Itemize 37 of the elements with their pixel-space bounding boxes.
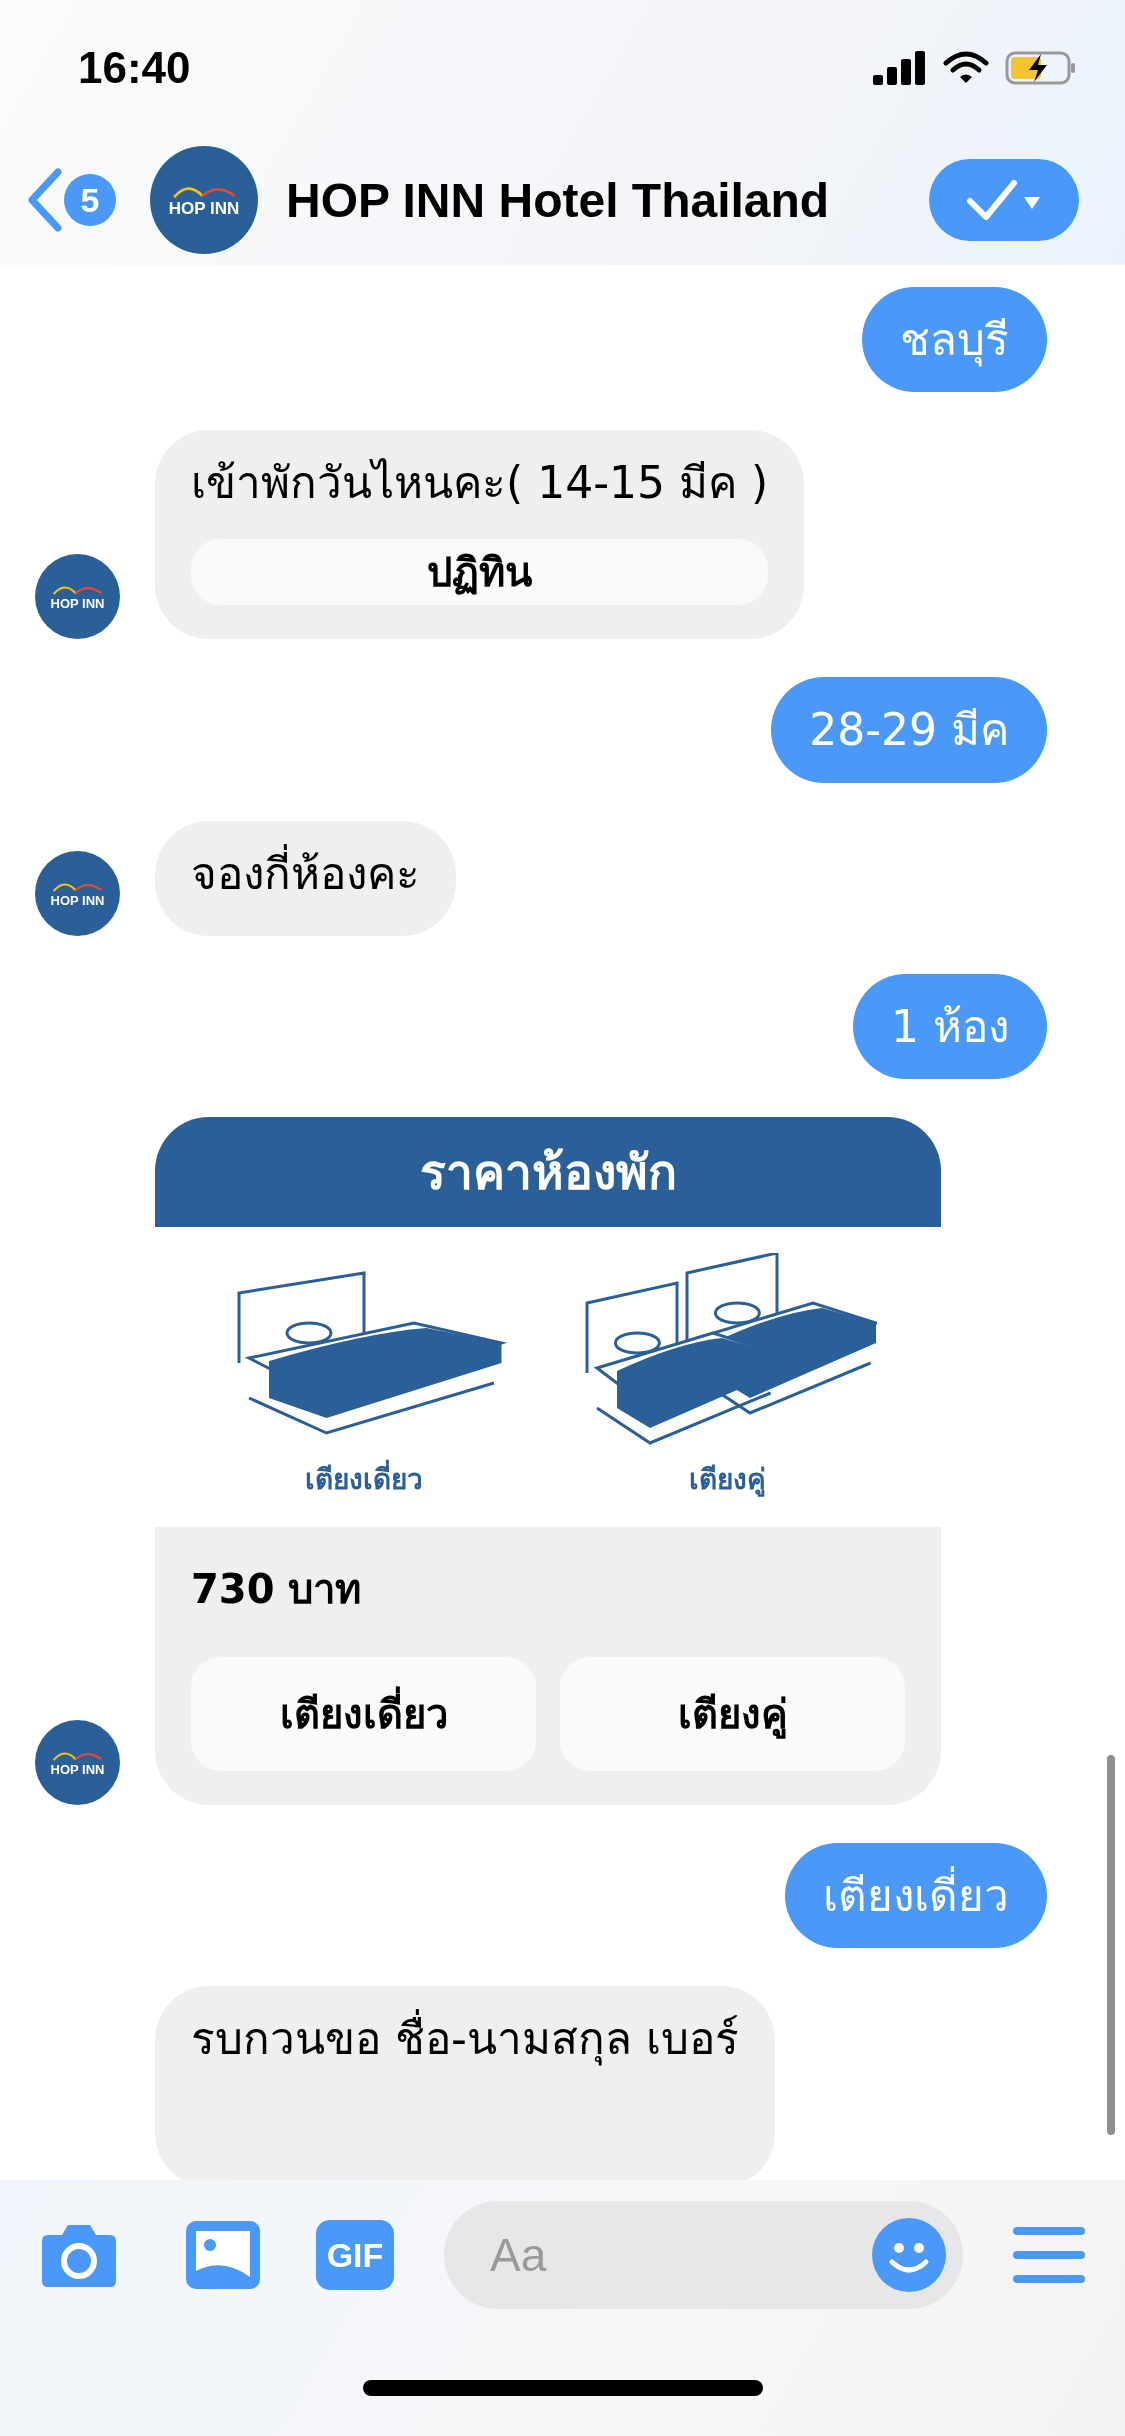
bed-caption: เตียงคู่ — [688, 1461, 766, 1499]
hotel-avatar[interactable]: HOP INN — [35, 554, 120, 640]
avatar-logo-text: HOP INN — [50, 893, 105, 907]
arcs-logo-icon — [51, 1749, 104, 1761]
bed-choice-button[interactable]: เตียงคู่ — [560, 1656, 905, 1771]
avatar-logo-text: HOP INN — [50, 1762, 105, 1776]
hotel-avatar[interactable]: HOP INN — [35, 850, 120, 936]
bed-choice-button[interactable]: เตียงเดี่ยว — [191, 1656, 536, 1771]
chat-title: HOP INN Hotel Thailand — [286, 172, 831, 228]
message-text: เข้าพักวันไหนคะ( 14-15 มีค ) — [191, 456, 769, 511]
image-icon — [186, 2221, 260, 2289]
sent-message: 28-29 มีค — [771, 677, 1047, 783]
avatar-logo-text: HOP INN — [50, 597, 105, 611]
signal-icon — [873, 50, 927, 85]
wifi-icon — [943, 50, 989, 85]
message-text: จองกี่ห้องคะ — [191, 844, 420, 902]
status-time: 16:40 — [78, 42, 191, 93]
emoji-icon[interactable] — [872, 2218, 946, 2292]
avatar-logo-text: HOP INN — [168, 200, 240, 218]
message-text: รบกวนขอ ชื่อ-นามสกุล เบอร์ — [191, 2010, 739, 2068]
hotel-avatar[interactable]: HOP INN — [35, 1719, 120, 1805]
scrollbar[interactable] — [1107, 1755, 1115, 2135]
menu-icon — [1013, 2227, 1085, 2283]
price-text: 730 บาท — [191, 1564, 363, 1614]
sent-message: ชลบุรี — [862, 287, 1047, 393]
photo-button[interactable] — [186, 2221, 260, 2289]
unread-count-badge: 5 — [64, 174, 116, 226]
sent-message: 1 ห้อง — [853, 973, 1047, 1079]
arcs-logo-icon — [51, 583, 104, 596]
bed-caption: เตียงเดี่ยว — [305, 1456, 423, 1501]
menu-button[interactable] — [1013, 2227, 1085, 2283]
battery-icon — [1005, 50, 1077, 85]
card-title: ราคาห้องพัก — [419, 1142, 677, 1202]
sent-message: เตียงเดี่ยว — [785, 1842, 1047, 1949]
message-input[interactable]: Aa — [444, 2201, 963, 2309]
hotel-avatar[interactable]: HOP INN — [150, 146, 258, 254]
quick-reply-button[interactable]: ปฏิทิน — [191, 539, 769, 606]
